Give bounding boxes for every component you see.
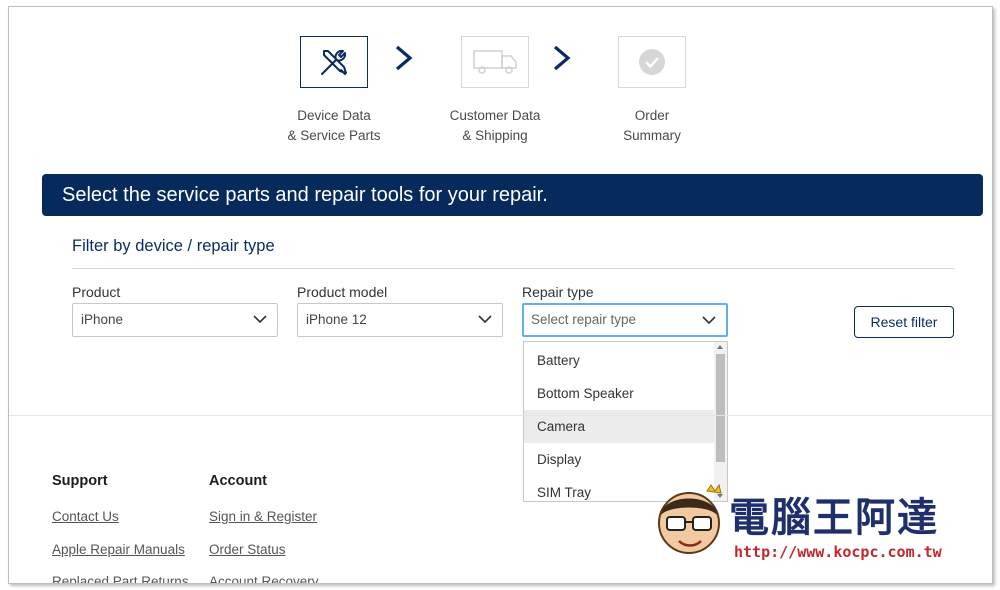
watermark: 電腦王阿達 http://www.kocpc.com.tw (649, 477, 969, 577)
reset-filter-button[interactable]: Reset filter (854, 306, 954, 338)
watermark-brand: 電腦王阿達 (729, 495, 939, 541)
step-order-summary: Order Summary (582, 36, 722, 146)
model-select-value: iPhone 12 (306, 312, 367, 327)
dropdown-option-battery[interactable]: Battery (524, 344, 714, 377)
step-customer-data: Customer Data & Shipping (425, 36, 565, 146)
model-select[interactable]: iPhone 12 (297, 303, 503, 337)
instruction-banner: Select the service parts and repair tool… (42, 174, 983, 216)
chevron-right-icon (553, 45, 571, 71)
step-label-line2: Summary (623, 128, 681, 143)
page-frame: Device Data & Service Parts Customer Dat… (8, 6, 993, 584)
chevron-down-icon (478, 315, 492, 324)
step-box (461, 36, 529, 88)
model-label: Product model (297, 284, 388, 300)
step-label-line2: & Shipping (462, 128, 528, 143)
scroll-thumb[interactable] (716, 354, 725, 462)
chevron-right-icon (395, 45, 413, 71)
check-circle-icon (639, 49, 665, 75)
dropdown-option-bottom-speaker[interactable]: Bottom Speaker (524, 377, 714, 410)
step-box (300, 36, 368, 88)
step-label-line1: Order (634, 108, 670, 123)
dropdown-option-display[interactable]: Display (524, 443, 714, 476)
footer-link-contact-us[interactable]: Contact Us (52, 509, 119, 524)
chevron-down-icon (253, 315, 267, 324)
chevron-down-icon (702, 316, 716, 325)
watermark-url: http://www.kocpc.com.tw (734, 543, 942, 561)
footer-link-apple-repair-manuals[interactable]: Apple Repair Manuals (52, 542, 185, 557)
footer-divider (9, 415, 992, 416)
divider (72, 268, 954, 269)
scroll-up-arrow-icon[interactable] (717, 345, 723, 349)
step-device-data: Device Data & Service Parts (264, 36, 404, 146)
footer-link-order-status[interactable]: Order Status (209, 542, 286, 557)
mascot-face-icon (658, 483, 722, 554)
step-label-line1: Customer Data (449, 108, 541, 123)
repair-type-select[interactable]: Select repair type (522, 303, 728, 337)
filter-title: Filter by device / repair type (72, 237, 275, 255)
repair-type-placeholder: Select repair type (531, 312, 637, 327)
step-label-line2: & Service Parts (287, 128, 381, 143)
footer-link-sign-in[interactable]: Sign in & Register (209, 509, 317, 524)
footer-account-heading: Account (209, 473, 267, 489)
product-select-value: iPhone (81, 312, 124, 327)
product-label: Product (72, 284, 121, 300)
footer-support-heading: Support (52, 473, 108, 489)
truck-icon (473, 50, 517, 74)
product-select[interactable]: iPhone (72, 303, 278, 337)
repair-type-label: Repair type (522, 284, 594, 300)
step-label-line1: Device Data (297, 108, 371, 123)
step-box (618, 36, 686, 88)
footer-link-account-recovery[interactable]: Account Recovery (209, 574, 319, 583)
footer-link-replaced-part-returns[interactable]: Replaced Part Returns (52, 574, 189, 583)
wrench-screwdriver-icon (321, 49, 347, 75)
